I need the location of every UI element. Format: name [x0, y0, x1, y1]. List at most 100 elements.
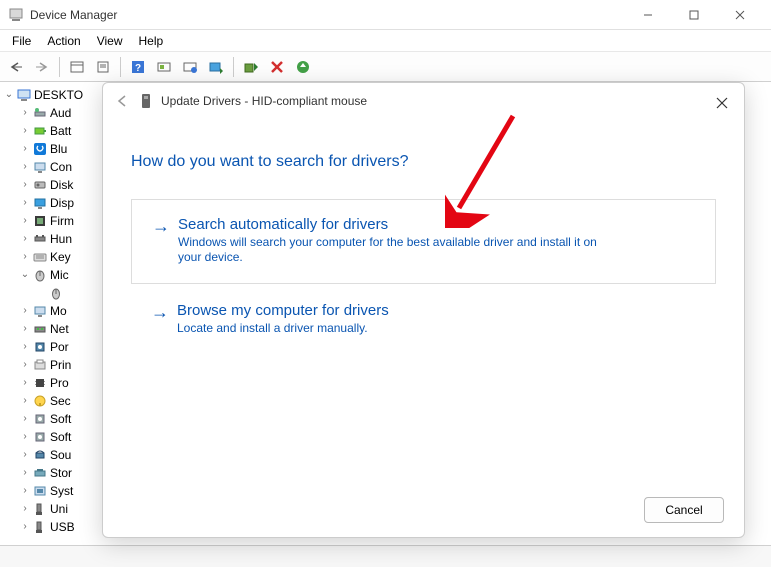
device-category-icon [32, 339, 48, 355]
expand-icon[interactable]: › [18, 159, 32, 175]
show-hidden-button[interactable] [65, 55, 89, 79]
device-category-icon [32, 159, 48, 175]
mouse-icon [48, 285, 64, 301]
toolbar: ? [0, 52, 771, 82]
expand-icon[interactable]: › [18, 213, 32, 229]
nav-back-button[interactable] [4, 55, 28, 79]
scan-button[interactable] [291, 55, 315, 79]
tree-item-label: Mic [50, 267, 69, 283]
toolbar-btn-6[interactable] [152, 55, 176, 79]
device-category-icon [32, 105, 48, 121]
nav-forward-button[interactable] [30, 55, 54, 79]
tree-item-label: Pro [50, 375, 69, 391]
menu-help[interactable]: Help [131, 32, 172, 50]
help-button[interactable]: ? [126, 55, 150, 79]
device-category-icon [32, 303, 48, 319]
dialog-close-button[interactable] [712, 93, 732, 113]
device-category-icon [32, 357, 48, 373]
tree-item-label: Uni [50, 501, 68, 517]
status-bar [0, 545, 771, 567]
tree-item-label: Prin [50, 357, 71, 373]
maximize-button[interactable] [671, 0, 717, 30]
driver-icon [139, 93, 155, 109]
tree-item-label: Syst [50, 483, 73, 499]
expand-icon[interactable]: › [18, 393, 32, 409]
expand-icon[interactable]: › [18, 519, 32, 535]
tree-item-label: Batt [50, 123, 71, 139]
tree-item-label: Net [50, 321, 69, 337]
expand-icon[interactable]: › [18, 501, 32, 517]
device-category-icon [32, 195, 48, 211]
tree-item-label: Blu [50, 141, 67, 157]
option-1-title: Search automatically for drivers [178, 216, 697, 233]
cancel-button[interactable]: Cancel [644, 497, 724, 523]
dialog-heading: How do you want to search for drivers? [131, 153, 716, 171]
tree-item-label: Soft [50, 411, 71, 427]
dialog-title: Update Drivers - HID-compliant mouse [161, 94, 732, 108]
expand-icon[interactable]: › [18, 321, 32, 337]
device-category-icon [32, 321, 48, 337]
tree-item-label: Soft [50, 429, 71, 445]
expand-icon[interactable]: › [18, 177, 32, 193]
tree-item-label: Sec [50, 393, 71, 409]
option-search-automatically[interactable]: → Search automatically for drivers Windo… [131, 199, 716, 284]
computer-icon [16, 87, 32, 103]
expand-icon[interactable]: › [18, 375, 32, 391]
device-category-icon [32, 375, 48, 391]
tree-item-label: Sou [50, 447, 71, 463]
close-button[interactable] [717, 0, 763, 30]
device-category-icon [32, 501, 48, 517]
tree-item-label: Firm [50, 213, 74, 229]
collapse-icon[interactable]: ⌄ [18, 267, 32, 283]
device-category-icon [32, 213, 48, 229]
device-category-icon [32, 519, 48, 535]
device-category-icon [32, 429, 48, 445]
dialog-back-button[interactable] [115, 94, 135, 108]
tree-item-label: Aud [50, 105, 71, 121]
titlebar: Device Manager [0, 0, 771, 30]
expand-icon[interactable]: › [18, 231, 32, 247]
expand-icon[interactable]: › [18, 195, 32, 211]
device-category-icon [32, 231, 48, 247]
option-1-desc: Windows will search your computer for th… [178, 235, 618, 265]
expand-icon[interactable]: › [18, 141, 32, 157]
collapse-icon[interactable]: ⌄ [2, 87, 16, 103]
expand-icon[interactable]: › [18, 123, 32, 139]
expand-icon[interactable]: › [18, 249, 32, 265]
menu-view[interactable]: View [89, 32, 131, 50]
properties-button[interactable] [91, 55, 115, 79]
tree-item-label: Disp [50, 195, 74, 211]
device-category-icon [32, 267, 48, 283]
tree-item-label: Por [50, 339, 69, 355]
app-icon [8, 7, 24, 23]
option-browse-computer[interactable]: → Browse my computer for drivers Locate … [131, 302, 716, 336]
menu-action[interactable]: Action [39, 32, 88, 50]
device-category-icon [32, 393, 48, 409]
menu-file[interactable]: File [4, 32, 39, 50]
expand-icon[interactable]: › [18, 429, 32, 445]
tree-item-label: Disk [50, 177, 73, 193]
device-category-icon [32, 465, 48, 481]
uninstall-button[interactable] [239, 55, 263, 79]
expand-icon[interactable]: › [18, 411, 32, 427]
expand-icon[interactable]: › [18, 339, 32, 355]
expand-icon[interactable]: › [18, 483, 32, 499]
menubar: File Action View Help [0, 30, 771, 52]
disable-button[interactable] [265, 55, 289, 79]
device-category-icon [32, 483, 48, 499]
device-category-icon [32, 177, 48, 193]
tree-item-label: Hun [50, 231, 72, 247]
toolbar-btn-7[interactable] [178, 55, 202, 79]
tree-item-label: Con [50, 159, 72, 175]
update-driver-button[interactable] [204, 55, 228, 79]
expand-icon[interactable]: › [18, 105, 32, 121]
expand-icon[interactable]: › [18, 303, 32, 319]
arrow-right-icon: → [151, 302, 169, 322]
minimize-button[interactable] [625, 0, 671, 30]
expand-icon[interactable]: › [18, 447, 32, 463]
tree-item-label: Stor [50, 465, 72, 481]
arrow-right-icon: → [152, 216, 170, 236]
device-category-icon [32, 141, 48, 157]
expand-icon[interactable]: › [18, 465, 32, 481]
expand-icon[interactable]: › [18, 357, 32, 373]
